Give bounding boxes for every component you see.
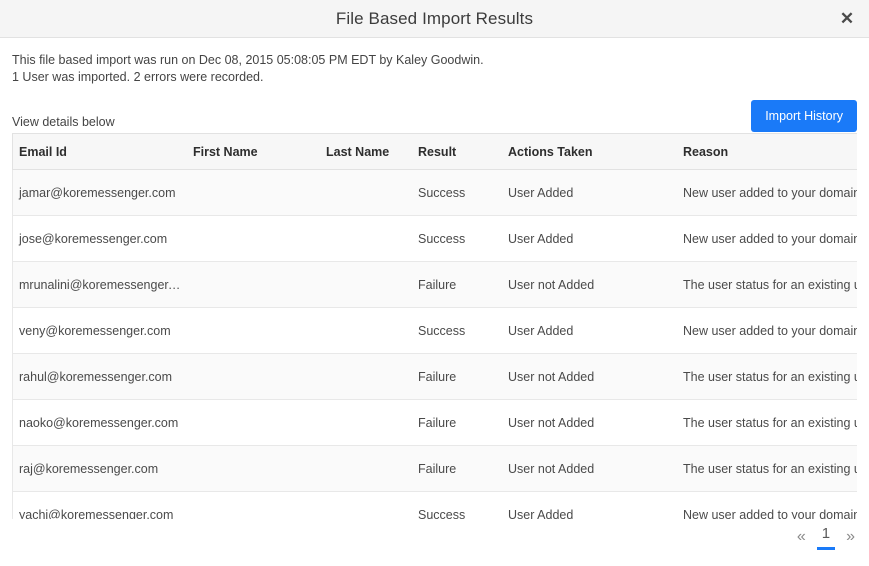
cell-first-name	[187, 354, 320, 400]
table-row[interactable]: yachi@koremessenger.com SuccessUser Added…	[13, 492, 858, 520]
cell-reason: New user added to your domain	[677, 170, 857, 216]
cell-reason: The user status for an existing user ca.…	[677, 400, 857, 446]
cell-first-name	[187, 216, 320, 262]
cell-first-name	[187, 170, 320, 216]
cell-reason: The user status for an existing user ca.…	[677, 354, 857, 400]
cell-result: Success	[412, 492, 502, 520]
cell-first-name	[187, 492, 320, 520]
cell-email-id: yachi@koremessenger.com	[13, 492, 188, 520]
table-row[interactable]: naoko@koremessenger.com FailureUser not A…	[13, 400, 858, 446]
column-header-actions-taken[interactable]: Actions Taken	[502, 134, 677, 170]
cell-result: Success	[412, 308, 502, 354]
cell-result: Failure	[412, 354, 502, 400]
table-row[interactable]: jamar@koremessenger.com SuccessUser Added…	[13, 170, 858, 216]
cell-actions-taken: User Added	[502, 216, 677, 262]
cell-last-name	[320, 308, 412, 354]
results-table-container[interactable]: Email Id First Name Last Name Result Act…	[12, 133, 857, 519]
cell-actions-taken: User not Added	[502, 446, 677, 492]
cell-reason: The user status for an existing user ca.…	[677, 262, 857, 308]
cell-first-name	[187, 400, 320, 446]
import-counts: 1 User was imported. 2 errors were recor…	[12, 69, 857, 86]
cell-actions-taken: User Added	[502, 308, 677, 354]
cell-email-id: raj@koremessenger.com	[13, 446, 188, 492]
cell-last-name	[320, 492, 412, 520]
cell-actions-taken: User not Added	[502, 262, 677, 308]
table-row[interactable]: veny@koremessenger.com SuccessUser AddedN…	[13, 308, 858, 354]
import-history-button[interactable]: Import History	[751, 100, 857, 132]
table-body: jamar@koremessenger.comSuccessUser Added…	[13, 170, 858, 520]
cell-email-id: mrunalini@koremessenger.co...	[13, 262, 188, 308]
modal-header: File Based Import Results ✕	[0, 0, 869, 38]
pagination: « 1 »	[795, 524, 857, 550]
view-details-label: View details below	[12, 115, 115, 129]
column-header-result[interactable]: Result	[412, 134, 502, 170]
close-icon[interactable]: ✕	[835, 7, 859, 31]
cell-reason: New user added to your domain	[677, 492, 857, 520]
cell-last-name	[320, 446, 412, 492]
cell-actions-taken: User Added	[502, 170, 677, 216]
cell-email-id: rahul@koremessenger.com	[13, 354, 188, 400]
cell-reason: New user added to your domain	[677, 216, 857, 262]
cell-actions-taken: User not Added	[502, 354, 677, 400]
cell-last-name	[320, 170, 412, 216]
cell-email-id: veny@koremessenger.com	[13, 308, 188, 354]
table-row[interactable]: raj@koremessenger.com FailureUser not Add…	[13, 446, 858, 492]
cell-result: Failure	[412, 400, 502, 446]
table-header: Email Id First Name Last Name Result Act…	[13, 134, 858, 170]
column-header-email-id[interactable]: Email Id	[13, 134, 188, 170]
cell-result: Success	[412, 216, 502, 262]
pagination-prev-icon[interactable]: «	[795, 527, 808, 547]
cell-reason: The user status for an existing user ca.…	[677, 446, 857, 492]
cell-last-name	[320, 262, 412, 308]
table-row[interactable]: rahul@koremessenger.com FailureUser not A…	[13, 354, 858, 400]
cell-first-name	[187, 308, 320, 354]
import-summary: This file based import was run on Dec 08…	[0, 38, 869, 86]
cell-email-id: naoko@koremessenger.com	[13, 400, 188, 446]
cell-result: Failure	[412, 446, 502, 492]
cell-first-name	[187, 262, 320, 308]
cell-last-name	[320, 400, 412, 446]
column-header-reason[interactable]: Reason	[677, 134, 857, 170]
import-run-info: This file based import was run on Dec 08…	[12, 52, 857, 69]
cell-result: Failure	[412, 262, 502, 308]
table-row[interactable]: mrunalini@koremessenger.co... FailureUser…	[13, 262, 858, 308]
column-header-first-name[interactable]: First Name	[187, 134, 320, 170]
page-title: File Based Import Results	[0, 9, 869, 29]
cell-result: Success	[412, 170, 502, 216]
cell-first-name	[187, 446, 320, 492]
cell-last-name	[320, 216, 412, 262]
pagination-next-icon[interactable]: »	[844, 527, 857, 547]
table-header-row: Email Id First Name Last Name Result Act…	[13, 134, 858, 170]
import-results-table: Email Id First Name Last Name Result Act…	[12, 133, 857, 519]
pagination-page-1[interactable]: 1	[817, 524, 835, 550]
cell-last-name	[320, 354, 412, 400]
column-header-last-name[interactable]: Last Name	[320, 134, 412, 170]
cell-actions-taken: User Added	[502, 492, 677, 520]
table-row[interactable]: jose@koremessenger.com SuccessUser AddedN…	[13, 216, 858, 262]
cell-email-id: jose@koremessenger.com	[13, 216, 188, 262]
cell-reason: New user added to your domain	[677, 308, 857, 354]
cell-actions-taken: User not Added	[502, 400, 677, 446]
cell-email-id: jamar@koremessenger.com	[13, 170, 188, 216]
